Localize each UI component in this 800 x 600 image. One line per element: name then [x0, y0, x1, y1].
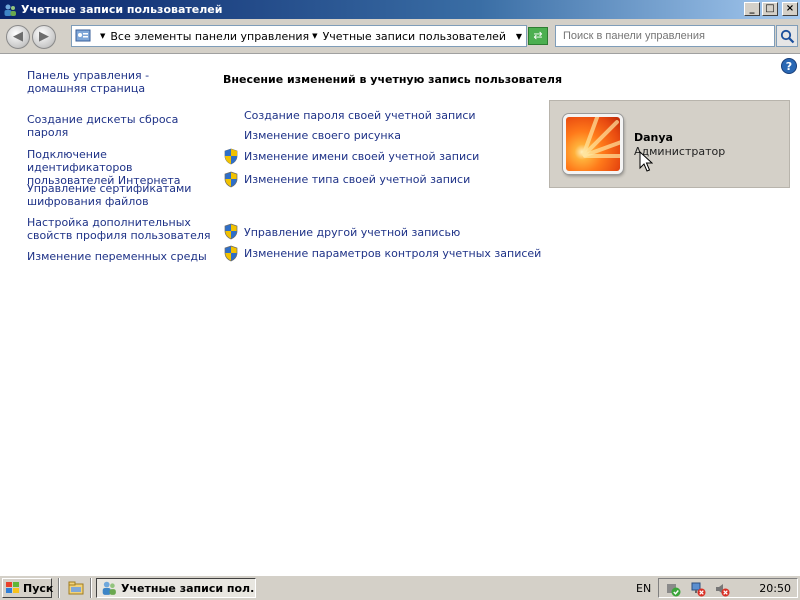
uac-shield-icon — [223, 171, 239, 188]
close-button[interactable]: × — [782, 2, 798, 16]
task-change-name[interactable]: Изменение имени своей учетной записи — [244, 150, 479, 163]
help-icon[interactable]: ? — [781, 58, 797, 74]
user-picture[interactable] — [563, 114, 623, 174]
taskbar: Пуск Учетные записи пол... EN 20:50 — [0, 574, 800, 600]
quick-launch-icon[interactable] — [68, 580, 84, 596]
address-bar[interactable]: ▼ Все элементы панели управления ▼ Учетн… — [71, 25, 527, 47]
nav-link-home[interactable]: Панель управления - домашняя страница — [27, 69, 212, 95]
nav-link-certificates[interactable]: Управление сертификатами шифрования файл… — [27, 182, 212, 208]
security-icon[interactable] — [665, 581, 681, 597]
volume-icon[interactable] — [714, 581, 730, 597]
taskbar-window-button[interactable]: Учетные записи пол... — [96, 578, 256, 598]
search-button[interactable] — [776, 25, 798, 47]
task-manage-other-account[interactable]: Управление другой учетной записью — [244, 226, 460, 239]
maximize-button[interactable]: □ — [762, 2, 778, 16]
breadcrumb-all-items[interactable]: Все элементы панели управления — [110, 30, 309, 43]
user-name: Danya — [634, 131, 673, 144]
page-heading: Внесение изменений в учетную запись поль… — [223, 73, 563, 86]
breadcrumb-arrow-icon[interactable]: ▼ — [312, 32, 317, 40]
task-create-password[interactable]: Создание пароля своей учетной записи — [244, 109, 476, 122]
title-bar[interactable]: Учетные записи пользователей _ □ × — [0, 0, 800, 19]
language-indicator[interactable]: EN — [636, 582, 651, 595]
uac-shield-icon — [223, 223, 239, 240]
refresh-button[interactable]: ⇄ — [528, 27, 548, 45]
window-title: Учетные записи пользователей — [21, 3, 223, 16]
task-change-type[interactable]: Изменение типа своей учетной записи — [244, 173, 470, 186]
uac-shield-icon — [223, 245, 239, 262]
start-flag-icon — [6, 582, 20, 594]
refresh-icon: ⇄ — [533, 29, 543, 42]
users-icon — [3, 3, 17, 17]
forward-button[interactable]: ▶ — [32, 25, 56, 49]
network-icon[interactable] — [690, 581, 706, 597]
start-button[interactable]: Пуск — [2, 578, 54, 598]
nav-link-profile[interactable]: Настройка дополнительных свойств профиля… — [27, 216, 212, 242]
system-tray: 20:50 — [658, 578, 798, 598]
task-uac-settings[interactable]: Изменение параметров контроля учетных за… — [244, 247, 541, 260]
address-toolbar: ◀ ▶ ▼ Все элементы панели управления ▼ У… — [0, 19, 800, 54]
users-icon — [101, 580, 117, 596]
taskbar-window-label: Учетные записи пол... — [121, 581, 256, 595]
user-card — [549, 100, 790, 188]
control-panel-icon — [75, 28, 91, 44]
arrow-left-icon: ◀ — [13, 29, 23, 44]
breadcrumb-arrow-icon[interactable]: ▼ — [100, 32, 105, 40]
search-icon — [780, 29, 795, 44]
nav-link-reset-disk[interactable]: Создание дискеты сброса пароля — [27, 113, 212, 139]
search-input[interactable] — [555, 25, 775, 47]
nav-link-env-vars[interactable]: Изменение переменных среды — [27, 250, 212, 263]
task-change-picture[interactable]: Изменение своего рисунка — [244, 129, 401, 142]
back-button[interactable]: ◀ — [6, 25, 30, 49]
breadcrumb-user-accounts[interactable]: Учетные записи пользователей — [323, 30, 507, 43]
arrow-right-icon: ▶ — [39, 29, 49, 44]
uac-shield-icon — [223, 148, 239, 165]
mouse-cursor-icon — [639, 150, 654, 176]
minimize-button[interactable]: _ — [744, 2, 760, 16]
clock[interactable]: 20:50 — [759, 582, 791, 595]
chevron-down-icon[interactable]: ▼ — [516, 32, 522, 41]
start-label: Пуск — [23, 581, 54, 595]
